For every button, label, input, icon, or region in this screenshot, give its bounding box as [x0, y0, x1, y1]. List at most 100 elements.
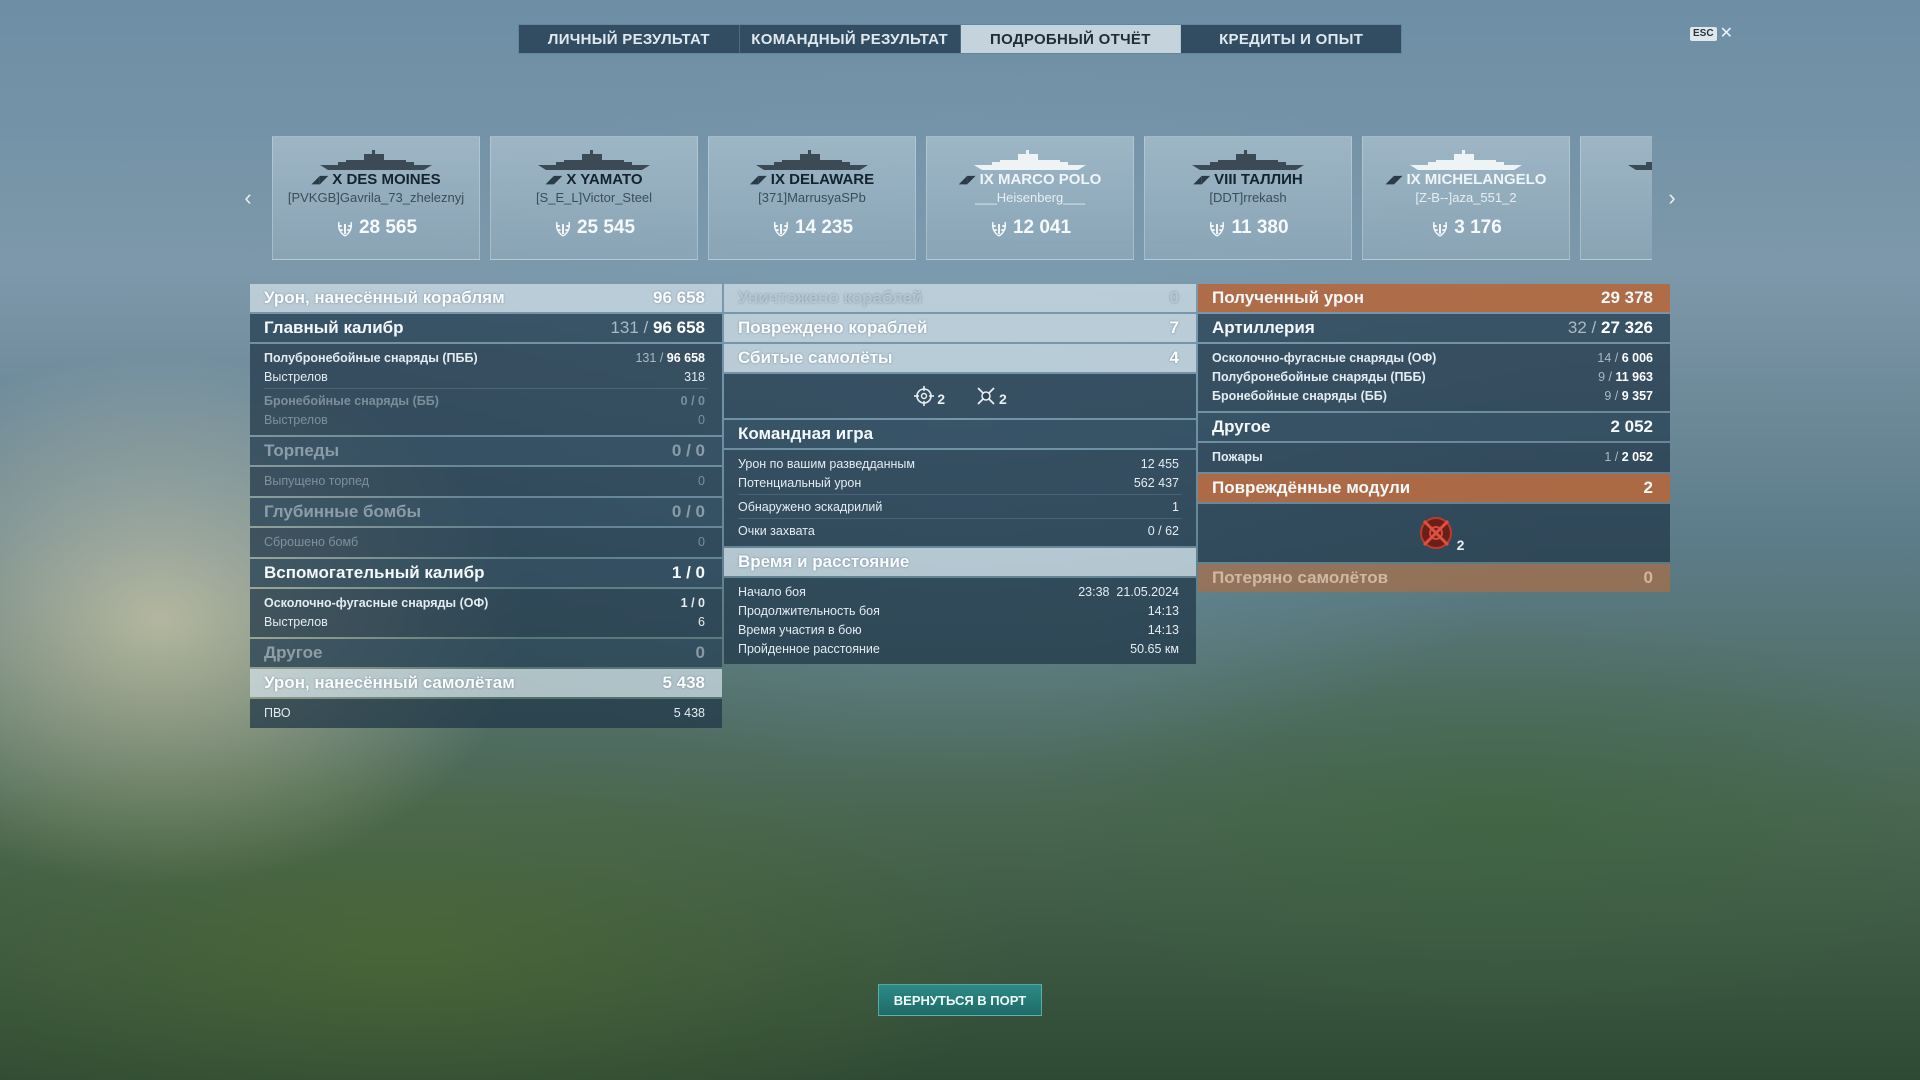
participation-time-row: Время участия в бою 14:13 [724, 620, 1196, 639]
return-to-port-button[interactable]: ВЕРНУТЬСЯ В ПОРТ [878, 984, 1042, 1016]
sap-shots-value: 318 [684, 369, 705, 384]
damaged-modules-label: Повреждённые модули [1212, 478, 1411, 497]
ship-class-icon: ◢◤ [749, 174, 767, 186]
battle-start-label: Начало боя [738, 584, 806, 599]
he-shells-label: Осколочно-фугасные снаряды (ОФ) [264, 595, 489, 610]
ships-destroyed-header: Уничтожено кораблей 0 [724, 284, 1196, 312]
ship-card[interactable]: ◢◤ IX MICHELANGELO [Z-B--]aza_551_2 3 176 [1362, 136, 1570, 260]
bombs-dropped-label: Сброшено бомб [264, 534, 359, 549]
ship-silhouette-icon [1624, 149, 1652, 171]
base-xp: 11 380 [1207, 217, 1289, 239]
torpedoes-fired-value: 0 [698, 473, 705, 488]
torpedoes-fired-row: Выпущено торпед 0 [250, 471, 722, 490]
time-distance-header: Время и расстояние [724, 548, 1196, 576]
ship-card[interactable]: ◢◤ X DES MOINES [PVKGB]Gavrila_73_zhelezny… [272, 136, 480, 260]
received-ap-row: Бронебойные снаряды (ББ) 9 / 9 357 [1198, 386, 1670, 405]
secondary-battery-details: Осколочно-фугасные снаряды (ОФ) 1 / 0 Вы… [250, 589, 722, 637]
secondary-battery-header: Вспомогательный калибр 1 / 0 [250, 559, 722, 587]
damage-to-ships-label: Урон, нанесённый кораблям [264, 288, 505, 307]
secondary-battery-value: 1 / 0 [671, 563, 705, 582]
damage-received-label: Полученный урон [1212, 288, 1365, 307]
depth-charges-header: Глубинные бомбы 0 / 0 [250, 498, 722, 526]
damage-received-header: Полученный урон 29 378 [1198, 284, 1670, 312]
carousel-prev-arrow-icon[interactable]: ‹ [238, 184, 258, 212]
ship-name: IX MARCO POLO [979, 171, 1102, 188]
ap-shots-value: 0 [698, 412, 705, 427]
ship-class-icon: ◢◤ [311, 174, 329, 186]
laurel-icon [337, 221, 353, 237]
secondary-battery-label: Вспомогательный калибр [264, 563, 485, 582]
participation-time-label: Время участия в бою [738, 622, 862, 637]
ap-shells-row: Бронебойные снаряды (ББ) 0 / 0 [250, 391, 722, 410]
torpedoes-fired-label: Выпущено торпед [264, 473, 369, 488]
base-xp: 25 545 [553, 217, 635, 239]
ships-damaged-header: Повреждено кораблей 7 [724, 314, 1196, 342]
planes-shot-down-value: 4 [1169, 348, 1179, 367]
bombs-dropped-row: Сброшено бомб 0 [250, 532, 722, 551]
damage-to-planes-label: Урон, нанесённый самолётам [264, 673, 515, 692]
base-xp-value: 28 565 [358, 217, 418, 238]
base-xp: 14 235 [771, 217, 853, 239]
aa-details: ПВО 5 438 [250, 699, 722, 728]
crosshair-count: 2 [913, 385, 945, 407]
ship-name: IX MICHELANGELO [1406, 171, 1547, 188]
he-shells-value: 1 / 0 [680, 595, 705, 610]
laurel-icon [1433, 221, 1448, 237]
artillery-details: Осколочно-фугасные снаряды (ОФ) 14 / 6 0… [1198, 344, 1670, 411]
tab-personal-result[interactable]: ЛИЧНЫЙ РЕЗУЛЬТАТ [519, 25, 740, 53]
received-other-value: 2 052 [1610, 417, 1653, 436]
potential-damage-value: 562 437 [1133, 475, 1179, 490]
he-shots-row: Выстрелов 6 [250, 612, 722, 631]
ship-card[interactable]: ◢◤ IX MARCO POLO ___Heisenberg___ 12 041 [926, 136, 1134, 260]
tab-detailed-report[interactable]: ПОДРОБНЫЙ ОТЧЁТ [960, 25, 1182, 53]
main-caliber-value: 131 / 96 658 [610, 318, 705, 337]
damaged-modules-header: Повреждённые модули 2 [1198, 474, 1670, 502]
ship-title: ◢◤ IX DELAWARE [750, 171, 874, 188]
depth-charges-label: Глубинные бомбы [264, 502, 422, 521]
received-he-label: Осколочно-фугасные снаряды (ОФ) [1212, 350, 1437, 365]
time-distance-label: Время и расстояние [738, 552, 910, 571]
bombs-dropped-value: 0 [698, 534, 705, 549]
close-icon: ✕ [1719, 25, 1733, 42]
ship-card[interactable]: ◢◤VIIIVET3 [1580, 136, 1652, 260]
damaged-module-icon [1419, 517, 1452, 549]
base-xp: 12 041 [989, 217, 1071, 239]
planes-shot-down-header: Сбитые самолёты 4 [724, 344, 1196, 372]
he-shots-label: Выстрелов [264, 614, 328, 629]
sap-shells-value: 131 / 96 658 [635, 350, 705, 365]
capture-points-label: Очки захвата [738, 523, 815, 538]
fighter-count-value: 2 [999, 391, 1007, 407]
divider [738, 494, 1182, 495]
ship-class-icon: ◢◤ [545, 174, 563, 186]
received-other-details: Пожары 1 / 2 052 [1198, 443, 1670, 472]
esc-key-hint: ESC [1690, 27, 1717, 41]
laurel-icon [1210, 221, 1225, 237]
divider [738, 518, 1182, 519]
ship-name: VIII ТАЛЛИН [1214, 171, 1303, 188]
ship-card[interactable]: ◢◤ VIII ТАЛЛИН [DDT]rrekash 11 380 [1144, 136, 1352, 260]
close-button[interactable]: ESC ✕ [1690, 25, 1733, 42]
aa-value: 5 438 [673, 705, 705, 720]
damage-received-panel: Полученный урон 29 378 Артиллерия 32 / 2… [1198, 284, 1670, 594]
torpedoes-details: Выпущено торпед 0 [250, 467, 722, 496]
player-name: ___Heisenberg___ [975, 190, 1085, 205]
carousel-next-arrow-icon[interactable]: › [1662, 184, 1682, 212]
tab-credits-xp[interactable]: КРЕДИТЫ И ОПЫТ [1181, 25, 1401, 53]
sap-shots-row: Выстрелов 318 [250, 367, 722, 386]
received-ap-label: Бронебойные снаряды (ББ) [1212, 388, 1387, 403]
potential-damage-label: Потенциальный урон [738, 475, 862, 490]
ship-card[interactable]: ◢◤ X YAMATO [S_E_L]Victor_Steel 25 545 [490, 136, 698, 260]
ships-damaged-value: 7 [1169, 318, 1179, 337]
sap-shots-label: Выстрелов [264, 369, 328, 384]
distance-label: Пройденное расстояние [738, 641, 880, 656]
ship-card[interactable]: ◢◤ IX DELAWARE [371]MarrusyaSPb 14 235 [708, 136, 916, 260]
tab-team-result[interactable]: КОМАНДНЫЙ РЕЗУЛЬТАТ [740, 25, 961, 53]
ships-destroyed-label: Уничтожено кораблей [738, 288, 923, 307]
received-sap-value: 9 / 11 963 [1598, 369, 1653, 384]
base-xp-value: 25 545 [576, 217, 636, 238]
received-sap-row: Полубронебойные снаряды (ПББ) 9 / 11 963 [1198, 367, 1670, 386]
player-name: [Z-B--]aza_551_2 [1415, 190, 1517, 205]
sap-shells-row: Полубронебойные снаряды (ПББ) 131 / 96 6… [250, 348, 722, 367]
ap-shots-row: Выстрелов 0 [250, 410, 722, 429]
ap-shells-label: Бронебойные снаряды (ББ) [264, 393, 439, 408]
